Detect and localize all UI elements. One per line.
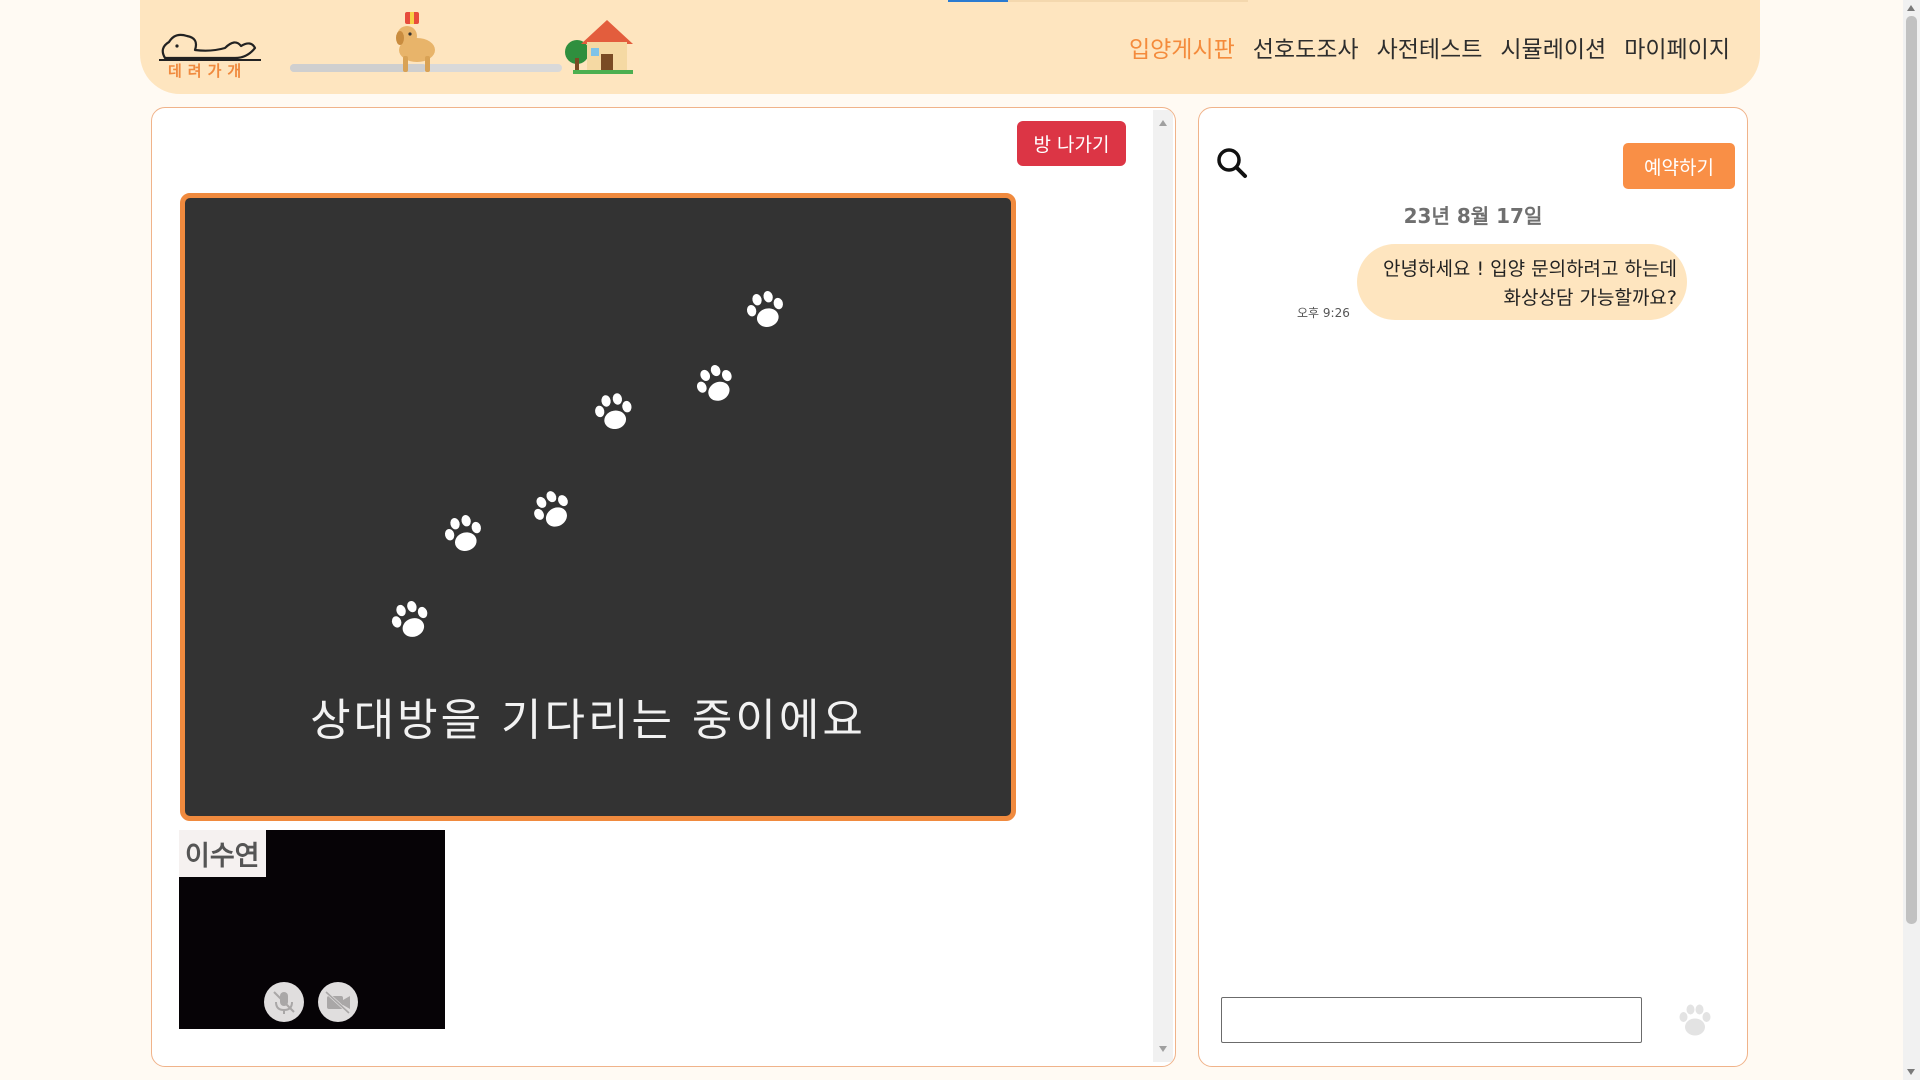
paw-print-icon bbox=[743, 287, 788, 332]
video-call-panel: 방 나가기 상대방을 기다리는 중이에요 이수연 bbox=[151, 107, 1176, 1067]
page-scroll-thumb[interactable] bbox=[1906, 16, 1917, 924]
nav-pre-test[interactable]: 사전테스트 bbox=[1377, 30, 1483, 64]
house-icon bbox=[565, 20, 633, 74]
paw-print-icon bbox=[441, 511, 486, 556]
send-paw-icon[interactable] bbox=[1675, 1000, 1715, 1040]
search-icon[interactable] bbox=[1215, 146, 1249, 180]
nav-adoption-board[interactable]: 입양게시판 bbox=[1129, 30, 1235, 64]
scroll-down-icon[interactable] bbox=[1159, 1046, 1167, 1052]
header: 데려가개 입양게시판 선호도조사 사전테스트 시뮬레이션 마이페이지 bbox=[140, 0, 1760, 94]
main-video-screen: 상대방을 기다리는 중이에요 bbox=[180, 193, 1016, 821]
page-scroll-up-icon[interactable] bbox=[1907, 5, 1915, 11]
waiting-message: 상대방을 기다리는 중이에요 bbox=[310, 695, 866, 746]
loading-track bbox=[1008, 0, 1248, 2]
page-scroll-down-icon[interactable] bbox=[1907, 1069, 1915, 1075]
video-panel-scrollbar[interactable] bbox=[1153, 110, 1173, 1062]
message-line: 안녕하세요 ! 입양 문의하려고 하는데 bbox=[1383, 258, 1677, 280]
scroll-up-icon[interactable] bbox=[1159, 120, 1167, 126]
dog-with-gift-icon bbox=[396, 12, 435, 72]
chat-panel: 예약하기 23년 8월 17일 오후 9:26 안녕하세요 ! 입양 문의하려고… bbox=[1198, 107, 1748, 1067]
paw-print-icon bbox=[527, 485, 577, 535]
loading-indicator bbox=[948, 0, 1008, 2]
participant-name: 이수연 bbox=[179, 830, 266, 877]
page-scrollbar[interactable] bbox=[1903, 0, 1920, 1080]
chat-message-input[interactable] bbox=[1221, 997, 1642, 1043]
participant-video[interactable]: 이수연 bbox=[179, 830, 445, 1029]
paw-print-icon bbox=[691, 360, 740, 408]
nav-simulation[interactable]: 시뮬레이션 bbox=[1500, 30, 1606, 64]
camera-off-icon[interactable] bbox=[318, 982, 358, 1022]
message-line: 화상상담 가능할까요? bbox=[1503, 287, 1677, 309]
nav-my-page[interactable]: 마이페이지 bbox=[1624, 30, 1730, 64]
logo-text: 데려가개 bbox=[168, 62, 248, 80]
leave-room-button[interactable]: 방 나가기 bbox=[1017, 121, 1126, 166]
paw-print-icon bbox=[387, 596, 434, 643]
chat-message-bubble: 안녕하세요 ! 입양 문의하려고 하는데 화상상담 가능할까요? bbox=[1357, 244, 1687, 320]
nav-preference-survey[interactable]: 선호도조사 bbox=[1253, 30, 1359, 64]
mic-off-icon[interactable] bbox=[264, 982, 304, 1022]
paw-print-icon bbox=[592, 391, 635, 433]
main-nav: 입양게시판 선호도조사 사전테스트 시뮬레이션 마이페이지 bbox=[1129, 30, 1730, 64]
reserve-button[interactable]: 예약하기 bbox=[1623, 143, 1735, 189]
message-time: 오후 9:26 bbox=[1297, 306, 1350, 320]
chat-date: 23년 8월 17일 bbox=[1403, 204, 1543, 228]
